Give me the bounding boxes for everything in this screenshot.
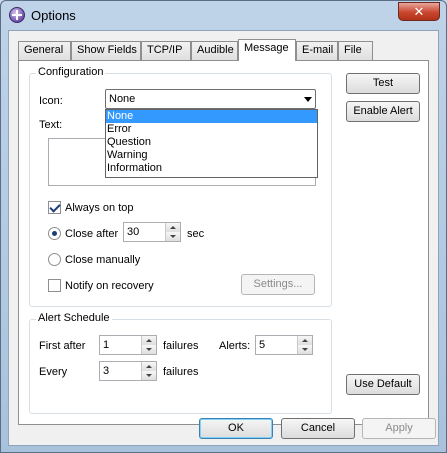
alert-schedule-title: Alert Schedule [36,312,112,324]
icon-option-information[interactable]: Information [106,162,317,175]
configuration-group: Configuration Icon: None Text: None Erro… [29,66,332,307]
tab-e-mail[interactable]: E-mail [296,41,338,60]
close-icon: ✕ [413,4,425,19]
first-after-stepper[interactable]: 1 [99,335,157,355]
close-button[interactable]: ✕ [398,2,440,21]
close-after-label: Close after [65,228,119,240]
icon-option-error[interactable]: Error [106,123,317,136]
title-bar[interactable]: Options ✕ [1,1,446,29]
apply-button[interactable]: Apply [362,418,436,439]
configuration-title: Configuration [36,66,106,78]
app-options-icon[interactable] [9,7,25,23]
tab-file[interactable]: File [338,41,373,60]
ok-button[interactable]: OK [199,418,273,439]
icon-option-question[interactable]: Question [106,136,317,149]
chevron-down-icon[interactable] [304,97,312,102]
alerts-label: Alerts: [219,340,251,352]
spin-down-icon[interactable] [166,232,180,241]
icon-label: Icon: [39,95,63,107]
first-after-label: First after [39,340,86,352]
icon-option-warning[interactable]: Warning [106,149,317,162]
icon-combo-value: None [109,93,136,105]
icon-combo[interactable]: None [105,89,316,109]
every-label: Every [39,366,68,378]
first-after-failures-label: failures [163,340,199,352]
always-on-top-checkbox[interactable] [48,201,61,214]
spin-up-icon[interactable] [142,362,156,371]
notify-on-recovery-checkbox[interactable] [48,279,61,292]
notify-on-recovery-label: Notify on recovery [65,280,154,292]
spin-up-icon[interactable] [142,336,156,345]
tab-general[interactable]: General [18,41,71,60]
cancel-button[interactable]: Cancel [281,418,355,439]
every-stepper[interactable]: 3 [99,361,157,381]
tab-show-fields[interactable]: Show Fields [71,41,141,60]
spin-down-icon[interactable] [142,371,156,380]
tab-tcp-ip[interactable]: TCP/IP [141,41,191,60]
close-after-unit: sec [187,228,205,240]
alerts-stepper[interactable]: 5 [255,335,313,355]
spin-up-icon[interactable] [298,336,312,345]
tab-audible[interactable]: Audible [191,41,238,60]
alerts-value: 5 [259,339,266,351]
test-button[interactable]: Test [346,73,420,94]
text-label: Text: [39,119,63,131]
alert-schedule-group: Alert Schedule First after 1 failures Al… [29,312,332,414]
spin-down-icon[interactable] [142,345,156,354]
always-on-top-label: Always on top [65,202,134,214]
close-after-stepper[interactable]: 30 [123,222,181,242]
spin-down-icon[interactable] [298,345,312,354]
icon-option-none[interactable]: None [106,110,317,123]
icon-dropdown-list: None Error Question Warning Information [105,109,318,178]
options-window: Options ✕ General Show Fields TCP/IP Aud… [0,0,447,453]
close-manually-label: Close manually [65,254,141,266]
enable-alert-button[interactable]: Enable Alert [346,101,420,122]
tab-message[interactable]: Message [238,39,296,61]
dialog-client: General Show Fields TCP/IP Audible Messa… [8,30,439,446]
close-after-value: 30 [127,226,140,238]
every-failures-label: failures [163,366,199,378]
spin-up-icon[interactable] [166,223,180,232]
settings-button[interactable]: Settings... [241,274,315,295]
every-value: 3 [103,365,110,377]
use-default-button[interactable]: Use Default [346,374,420,395]
window-title: Options [31,8,76,23]
message-tab-panel: Configuration Icon: None Text: None Erro… [18,60,429,425]
first-after-value: 1 [103,339,110,351]
close-manually-radio[interactable] [48,253,61,266]
close-after-radio[interactable] [48,227,61,240]
